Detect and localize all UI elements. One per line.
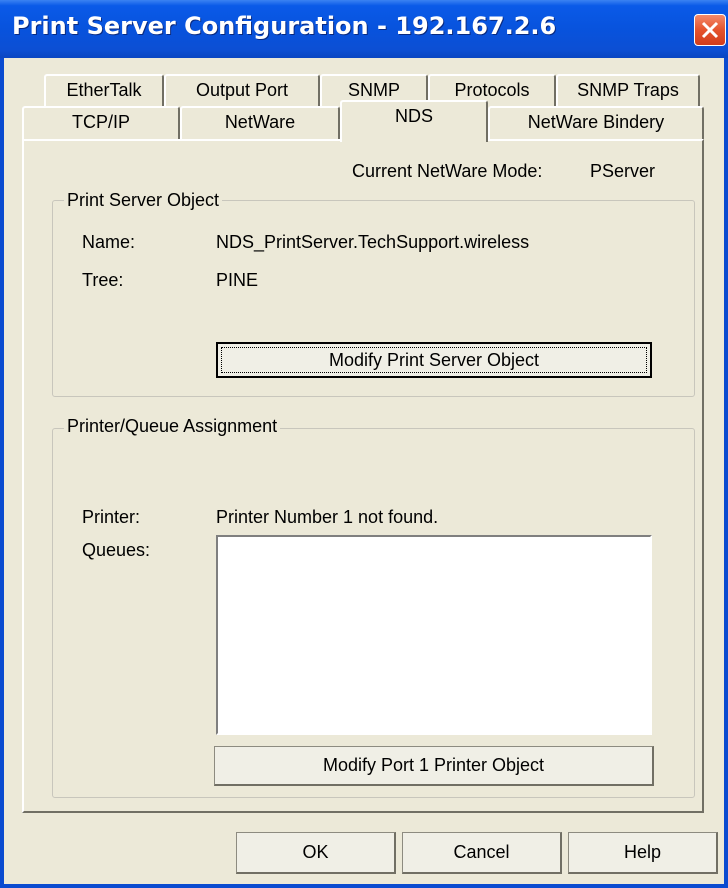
close-icon [701,21,719,39]
tab-label: SNMP [347,80,400,100]
tab-netware-bindery[interactable]: NetWare Bindery [488,106,704,140]
printer-value: Printer Number 1 not found. [216,507,439,527]
title-bar[interactable]: Print Server Configuration - 192.167.2.6 [0,0,728,58]
print-server-group-label: Print Server Object [64,190,223,211]
tab-label: Output Port [195,80,289,100]
window-title: Print Server Configuration - 192.167.2.6 [12,12,557,40]
window-frame-left [0,58,4,888]
tab-label: NDS [394,106,433,126]
tab-label: NetWare [224,112,296,132]
window-frame-right [724,58,728,888]
ok-button[interactable]: OK [236,832,396,874]
tab-label: TCP/IP [71,112,130,132]
modify-printer-object-button[interactable]: Modify Port 1 Printer Object [214,746,654,786]
cancel-label: Cancel [453,842,510,862]
help-button[interactable]: Help [568,832,718,874]
ok-label: OK [302,842,329,862]
tab-netware[interactable]: NetWare [180,106,340,140]
tab-output-port[interactable]: Output Port [164,74,320,108]
close-button[interactable] [694,14,726,46]
dialog-window: Print Server Configuration - 192.167.2.6… [0,0,728,888]
tab-label: SNMP Traps [577,80,679,100]
tab-tcp-ip[interactable]: TCP/IP [22,106,180,140]
mode-label: Current NetWare Mode: [352,161,543,181]
queues-label: Queues: [82,540,151,560]
server-name-label: Name: [82,232,136,252]
queues-listbox[interactable] [216,535,652,735]
window-frame-bottom [0,884,728,888]
modify-printer-object-label: Modify Port 1 Printer Object [322,755,545,775]
help-label: Help [623,842,662,862]
focus-ring [221,347,647,373]
mode-value: PServer [590,161,656,181]
tab-snmp-traps[interactable]: SNMP Traps [556,74,700,108]
server-tree-value: PINE [216,270,259,290]
server-name-value: NDS_PrintServer.TechSupport.wireless [216,232,530,252]
tab-ethertalk[interactable]: EtherTalk [44,74,164,108]
printer-label: Printer: [82,507,141,527]
tab-label: EtherTalk [66,80,142,100]
tab-nds[interactable]: NDS [340,100,488,142]
printer-queue-group-label: Printer/Queue Assignment [64,416,281,437]
tab-label: NetWare Bindery [527,112,665,132]
server-tree-label: Tree: [82,270,124,290]
cancel-button[interactable]: Cancel [402,832,562,874]
modify-print-server-button[interactable]: Modify Print Server Object [216,342,652,378]
tab-label: Protocols [454,80,530,100]
